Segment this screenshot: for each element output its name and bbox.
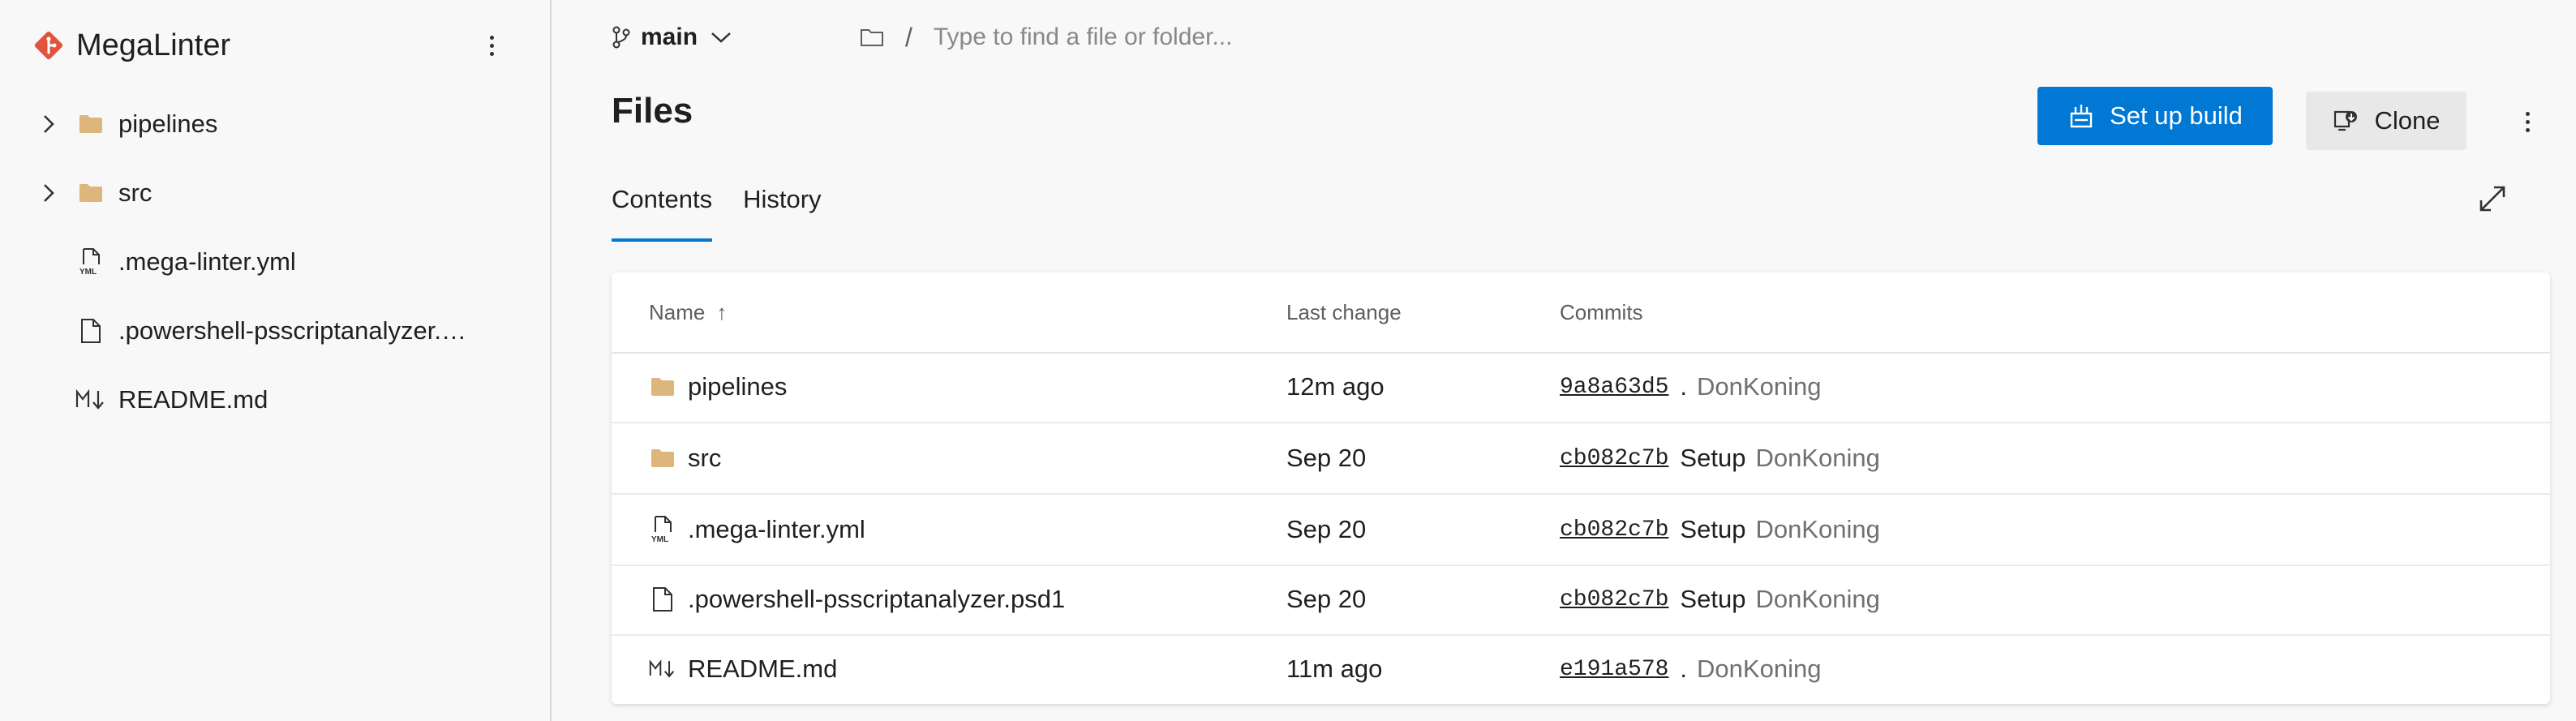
more-actions-button[interactable] bbox=[2513, 104, 2542, 139]
commit-link[interactable]: 9a8a63d5 bbox=[1560, 375, 1668, 400]
tree-item-label: .powershell-psscriptanalyzer.psd1 bbox=[118, 316, 475, 345]
last-change: Sep 20 bbox=[1286, 515, 1367, 543]
file-search-input[interactable]: Type to find a file or folder... bbox=[934, 24, 1233, 51]
last-change: Sep 20 bbox=[1286, 444, 1367, 472]
page-title: Files bbox=[612, 91, 693, 131]
branch-selector[interactable]: main bbox=[612, 19, 732, 55]
chevron-right-icon[interactable] bbox=[32, 114, 65, 135]
table-row[interactable]: src Sep 20 cb082c7b Setup DonKoning bbox=[612, 423, 2550, 495]
yaml-file-icon: YML bbox=[75, 246, 107, 278]
file-icon bbox=[75, 315, 107, 347]
commit-message: Setup bbox=[1680, 444, 1746, 472]
commit-message: . bbox=[1680, 654, 1688, 683]
markdown-icon bbox=[649, 655, 676, 683]
column-header-last-change: Last change bbox=[1286, 300, 1402, 324]
commit-author: DonKoning bbox=[1697, 654, 1822, 683]
svg-text:YML: YML bbox=[79, 268, 97, 276]
column-header-name[interactable]: Name ↑ bbox=[649, 300, 727, 325]
folder-icon bbox=[649, 373, 676, 401]
clone-icon bbox=[2333, 109, 2359, 133]
commit-link[interactable]: e191a578 bbox=[1560, 657, 1668, 682]
file-tree-sidebar: MegaLinter pipelines src YML .mega-linte… bbox=[0, 0, 552, 721]
expand-icon[interactable] bbox=[2475, 182, 2509, 216]
main-content: main / Type to find a file or folder... … bbox=[552, 0, 2576, 721]
tree-item-label: .mega-linter.yml bbox=[118, 247, 296, 276]
column-header-commits: Commits bbox=[1560, 300, 1643, 324]
table-row[interactable]: README.md 11m ago e191a578 . DonKoning bbox=[612, 634, 2550, 704]
tree-item-pipelines[interactable]: pipelines bbox=[0, 100, 548, 148]
tab-contents[interactable]: Contents bbox=[612, 182, 713, 243]
path-breadcrumb: / Type to find a file or folder... bbox=[860, 19, 1232, 55]
repo-header: MegaLinter bbox=[32, 24, 517, 67]
repo-name[interactable]: MegaLinter bbox=[76, 28, 230, 63]
tree-item-src[interactable]: src bbox=[0, 169, 548, 217]
clone-button[interactable]: Clone bbox=[2306, 92, 2467, 150]
clone-label: Clone bbox=[2374, 106, 2441, 135]
commit-link[interactable]: cb082c7b bbox=[1560, 446, 1668, 471]
tree-item-label: pipelines bbox=[118, 109, 218, 138]
folder-outline-icon[interactable] bbox=[860, 28, 884, 47]
tree-item-psscriptanalyzer[interactable]: .powershell-psscriptanalyzer.psd1 bbox=[0, 307, 548, 355]
file-name[interactable]: src bbox=[688, 444, 721, 473]
tree-item-readme[interactable]: README.md bbox=[0, 376, 548, 424]
last-change: 11m ago bbox=[1286, 654, 1383, 683]
repo-more-options-button[interactable] bbox=[477, 31, 506, 60]
table-row[interactable]: YML .mega-linter.yml Sep 20 cb082c7b Set… bbox=[612, 495, 2550, 566]
build-icon bbox=[2067, 102, 2095, 130]
branch-name: main bbox=[641, 24, 698, 50]
tree-item-mega-linter-yml[interactable]: YML .mega-linter.yml bbox=[0, 238, 548, 286]
table-header: Name ↑ Last change Commits bbox=[612, 273, 2550, 354]
commit-author: DonKoning bbox=[1755, 444, 1880, 472]
path-separator: / bbox=[905, 22, 912, 52]
file-name[interactable]: README.md bbox=[688, 654, 837, 684]
repo-logo-icon bbox=[34, 31, 63, 60]
file-name[interactable]: pipelines bbox=[688, 372, 787, 401]
files-table: Name ↑ Last change Commits pipelines 12m… bbox=[612, 273, 2550, 704]
tab-history[interactable]: History bbox=[743, 182, 821, 243]
branch-icon bbox=[612, 26, 630, 49]
file-name[interactable]: .powershell-psscriptanalyzer.psd1 bbox=[688, 585, 1065, 614]
folder-icon bbox=[649, 444, 676, 472]
sort-arrow-icon: ↑ bbox=[716, 300, 728, 324]
commit-author: DonKoning bbox=[1755, 585, 1880, 613]
table-row[interactable]: .powershell-psscriptanalyzer.psd1 Sep 20… bbox=[612, 564, 2550, 636]
chevron-down-icon bbox=[711, 32, 731, 43]
commit-link[interactable]: cb082c7b bbox=[1560, 517, 1668, 543]
commit-author: DonKoning bbox=[1697, 372, 1822, 401]
last-change: Sep 20 bbox=[1286, 585, 1367, 613]
tree-item-label: src bbox=[118, 178, 152, 207]
set-up-build-button[interactable]: Set up build bbox=[2037, 87, 2273, 145]
file-name[interactable]: .mega-linter.yml bbox=[688, 515, 865, 544]
folder-icon bbox=[75, 108, 107, 140]
tree-item-label: README.md bbox=[118, 385, 268, 414]
commit-link[interactable]: cb082c7b bbox=[1560, 587, 1668, 612]
last-change: 12m ago bbox=[1286, 372, 1385, 401]
table-row[interactable]: pipelines 12m ago 9a8a63d5 . DonKoning bbox=[612, 352, 2550, 423]
commit-message: . bbox=[1680, 372, 1688, 401]
markdown-icon bbox=[75, 384, 107, 416]
commit-author: DonKoning bbox=[1755, 515, 1880, 543]
set-up-build-label: Set up build bbox=[2110, 101, 2243, 130]
file-icon bbox=[649, 586, 676, 613]
svg-text:YML: YML bbox=[651, 535, 668, 543]
commit-message: Setup bbox=[1680, 515, 1746, 543]
chevron-right-icon[interactable] bbox=[32, 182, 65, 204]
yaml-file-icon: YML bbox=[649, 516, 676, 543]
view-tabs: Contents History bbox=[612, 182, 852, 243]
folder-icon bbox=[75, 177, 107, 209]
commit-message: Setup bbox=[1680, 585, 1746, 613]
